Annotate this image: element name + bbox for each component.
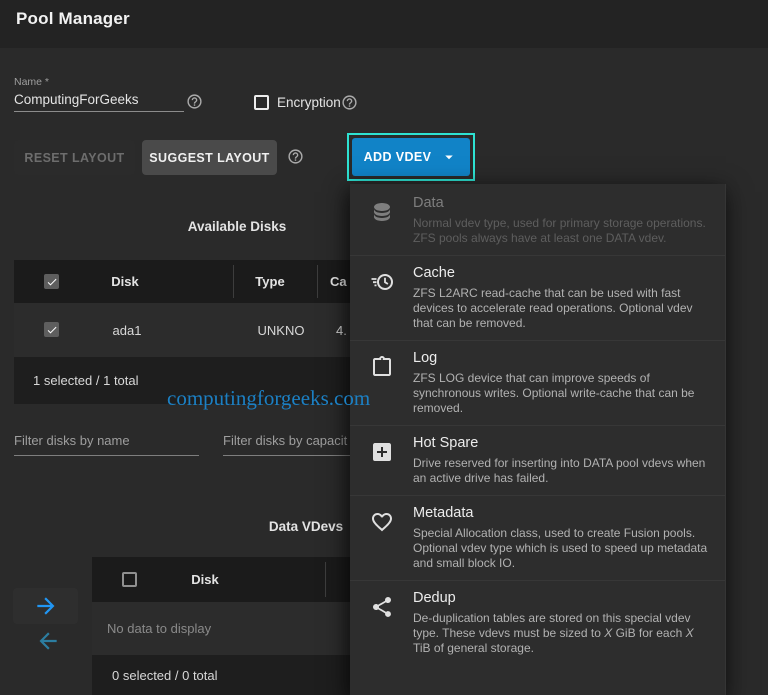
vdev-menu-item-title: Data	[413, 195, 444, 211]
vdev-menu-item-title: Dedup	[413, 590, 456, 606]
name-field-underline	[14, 111, 184, 112]
plus-box-icon	[370, 440, 394, 464]
add-vdev-button[interactable]: ADD VDEV	[352, 138, 470, 176]
column-header-disk[interactable]: Disk	[191, 572, 218, 587]
name-field-label: Name *	[14, 76, 50, 88]
cell-disk: ada1	[112, 323, 142, 338]
vdev-menu-item-description: De-duplication tables are stored on this…	[413, 611, 694, 655]
page-title: Pool Manager	[16, 9, 130, 28]
column-header-capacity[interactable]: Ca	[330, 274, 347, 289]
column-divider	[317, 265, 318, 298]
check-icon	[46, 324, 58, 336]
name-field-value[interactable]: ComputingForGeeks	[14, 92, 139, 107]
select-all-checkbox[interactable]	[122, 572, 137, 587]
share-icon	[370, 595, 394, 619]
vdev-menu-item-title: Metadata	[413, 505, 474, 521]
add-to-vdev-arrow-button[interactable]	[13, 588, 78, 624]
vdev-menu-item-title: Cache	[413, 265, 455, 281]
column-header-type[interactable]: Type	[255, 274, 284, 289]
vdev-menu-item-description: ZFS LOG device that can improve speeds o…	[413, 371, 695, 415]
heart-icon	[370, 510, 394, 534]
add-vdev-menu: Data Normal vdev type, used for primary …	[350, 184, 726, 695]
column-divider	[325, 562, 326, 597]
vdev-menu-item-description: Special Allocation class, used to create…	[413, 526, 708, 570]
column-divider	[233, 265, 234, 298]
vdev-menu-item[interactable]: Log ZFS LOG device that can improve spee…	[350, 340, 725, 425]
name-help-icon[interactable]	[186, 93, 203, 110]
watermark-text: computingforgeeks.com	[167, 386, 371, 410]
clipboard-icon	[370, 355, 394, 379]
data-vdevs-title: Data VDevs	[268, 519, 344, 534]
vdev-menu-item[interactable]: Data Normal vdev type, used for primary …	[350, 186, 725, 255]
layout-help-icon[interactable]	[287, 148, 304, 165]
vdev-menu-item-description: Normal vdev type, used for primary stora…	[413, 216, 706, 245]
vdev-menu-item-title: Log	[413, 350, 438, 366]
vdev-menu-item[interactable]: Hot Spare Drive reserved for inserting i…	[350, 425, 725, 495]
cell-type: UNKNO	[257, 323, 305, 338]
vdev-menu-item[interactable]: Cache ZFS L2ARC read-cache that can be u…	[350, 255, 725, 340]
encryption-checkbox[interactable]	[254, 95, 269, 110]
vdev-menu-item[interactable]: Dedup De-duplication tables are stored o…	[350, 580, 725, 665]
select-all-checkbox[interactable]	[44, 274, 59, 289]
suggest-layout-button[interactable]: SUGGEST LAYOUT	[142, 140, 277, 175]
encryption-label: Encryption	[277, 95, 341, 110]
arrow-right-icon	[33, 593, 59, 619]
vdev-menu-item-description: ZFS L2ARC read-cache that can be used wi…	[413, 286, 693, 330]
vdev-menu-item[interactable]: Metadata Special Allocation class, used …	[350, 495, 725, 580]
available-disks-title: Available Disks	[187, 219, 287, 234]
vdev-menu-item-title: Hot Spare	[413, 435, 479, 451]
remove-from-vdev-arrow-button[interactable]	[30, 626, 66, 656]
check-icon	[46, 276, 58, 288]
reset-layout-button[interactable]: RESET LAYOUT	[14, 140, 135, 175]
chevron-down-icon	[440, 148, 458, 166]
app-bar: Pool Manager	[0, 0, 768, 48]
encryption-help-icon[interactable]	[341, 94, 358, 111]
clock-fast-icon	[370, 270, 394, 294]
vdev-menu-item-description: Drive reserved for inserting into DATA p…	[413, 456, 706, 485]
cell-capacity: 4.	[336, 323, 347, 338]
no-data-text: No data to display	[107, 621, 212, 636]
row-checkbox[interactable]	[44, 322, 59, 337]
add-vdev-button-label: ADD VDEV	[363, 150, 432, 164]
filter-disks-by-name-input[interactable]	[14, 433, 199, 456]
database-icon	[370, 200, 394, 224]
arrow-left-icon	[35, 628, 61, 654]
column-header-disk[interactable]: Disk	[111, 274, 138, 289]
